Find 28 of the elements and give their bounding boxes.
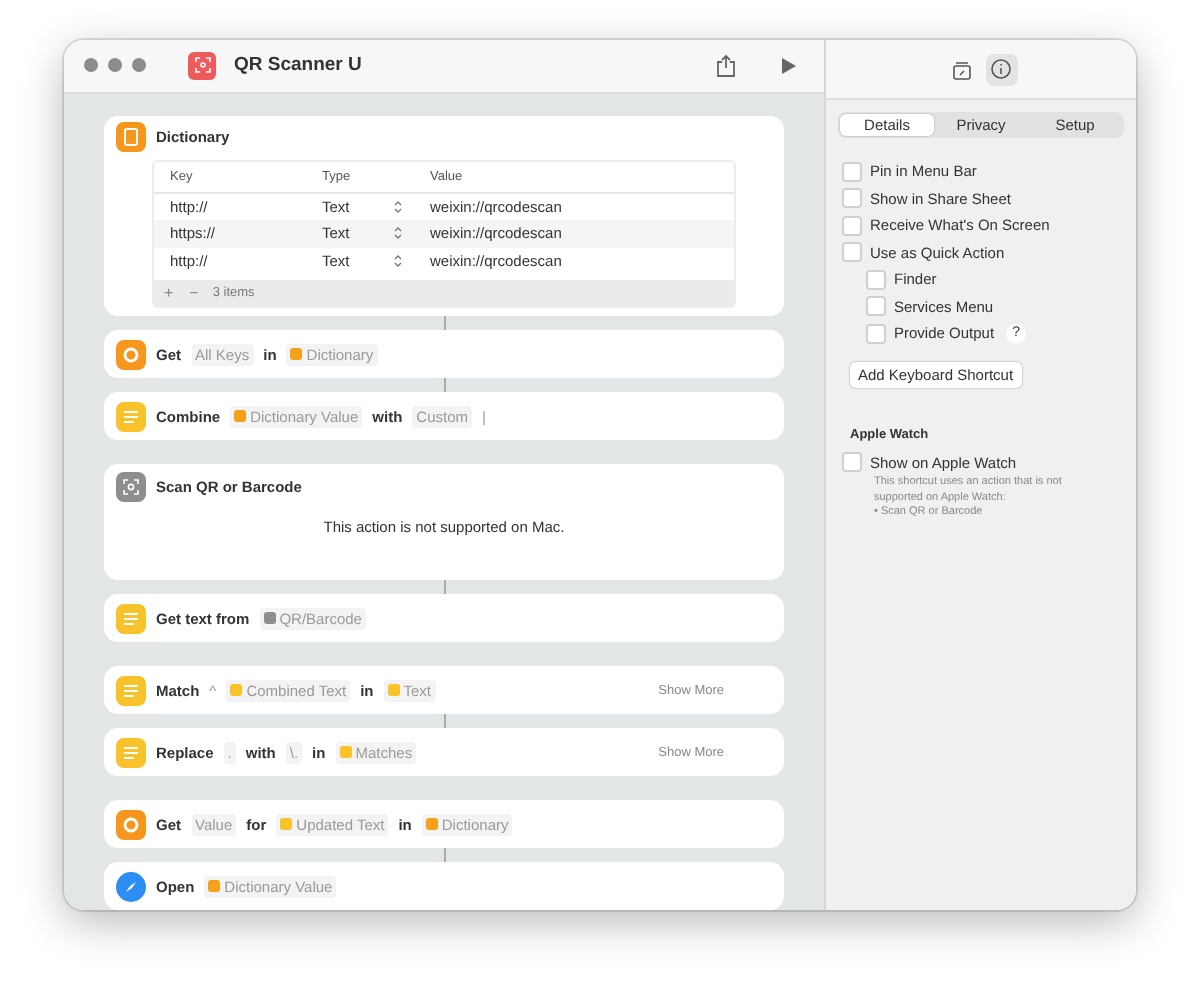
book-icon <box>116 122 146 152</box>
text-lines-icon <box>116 737 146 767</box>
info-icon[interactable] <box>985 53 1017 85</box>
checkbox[interactable] <box>842 161 862 182</box>
stepper-icon <box>394 226 402 241</box>
value-icon <box>116 809 146 839</box>
stepper-icon <box>394 253 402 268</box>
text-lines-icon <box>116 603 146 633</box>
text-lines-icon <box>116 401 146 431</box>
scan-icon <box>116 471 146 501</box>
minimize-dot[interactable] <box>108 58 122 73</box>
window-title: QR Scanner U <box>234 54 364 77</box>
compass-icon <box>116 871 146 901</box>
checkbox[interactable] <box>866 269 886 290</box>
checkbox[interactable] <box>842 188 862 209</box>
close-dot[interactable] <box>84 58 98 73</box>
remove-button[interactable]: − <box>187 284 201 302</box>
checkbox[interactable] <box>842 215 862 236</box>
text-lines-icon <box>116 675 146 705</box>
checkbox[interactable] <box>866 296 886 317</box>
checkbox[interactable] <box>842 452 862 473</box>
zoom-dot[interactable] <box>132 58 146 73</box>
checkbox[interactable] <box>842 242 862 263</box>
stepper-icon <box>394 199 402 214</box>
app-icon <box>188 51 216 80</box>
add-button[interactable]: + <box>162 284 176 302</box>
value-icon <box>116 339 146 369</box>
checkbox[interactable] <box>866 323 886 344</box>
